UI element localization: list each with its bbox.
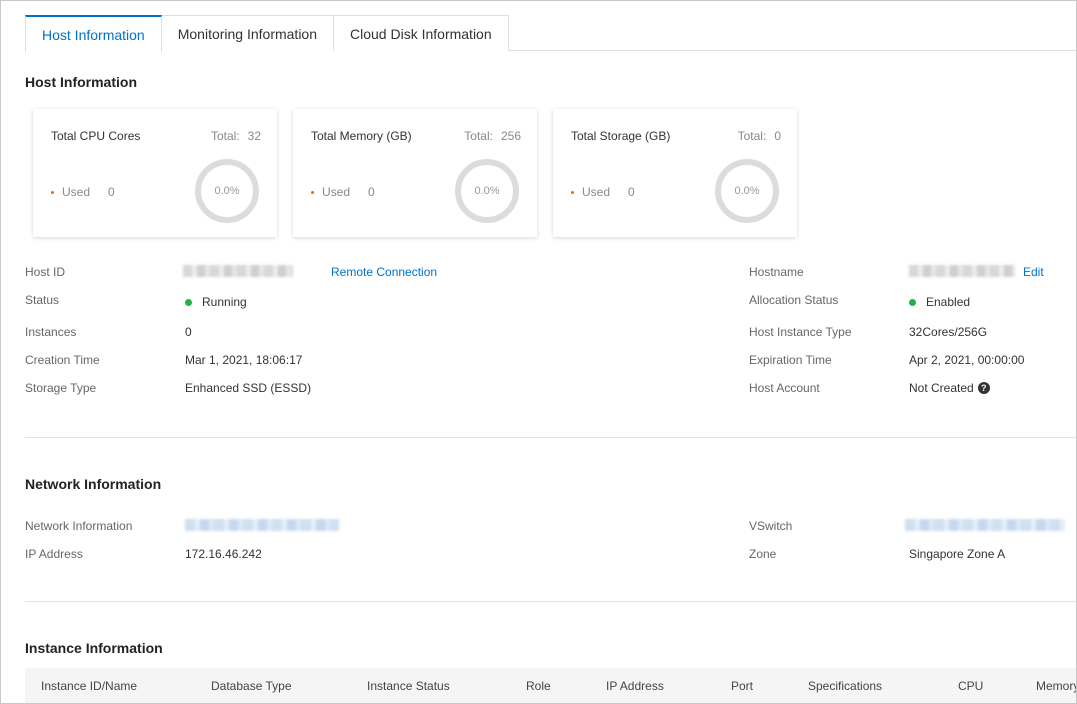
usage-ring: 0.0% xyxy=(195,159,259,223)
memory-card: Total Memory (GB) Total: 256 Used 0 0.0% xyxy=(293,109,537,237)
host-id-value-redacted xyxy=(183,265,293,277)
card-used: Used 0 xyxy=(51,185,115,199)
ip-address-label: IP Address xyxy=(25,547,83,561)
section-divider xyxy=(25,601,1076,602)
card-total: Total: 32 xyxy=(210,129,261,143)
creation-time-value: Mar 1, 2021, 18:06:17 xyxy=(185,353,303,367)
tab-bar: Host Information Monitoring Information … xyxy=(25,15,509,52)
card-total: Total: 256 xyxy=(464,129,521,143)
column-specifications: Specifications xyxy=(808,679,883,693)
column-cpu: CPU xyxy=(958,679,984,693)
network-information-value-redacted xyxy=(185,519,339,531)
instances-value: 0 xyxy=(185,325,192,339)
card-title: Total CPU Cores xyxy=(51,129,141,143)
hostname-value-redacted xyxy=(909,265,1015,277)
network-information-title: Network Information xyxy=(25,476,162,492)
expiration-time-value: Apr 2, 2021, 00:00:00 xyxy=(909,353,1025,367)
host-details-panel: Host Information Monitoring Information … xyxy=(0,0,1077,704)
zone-value: Singapore Zone A xyxy=(909,547,1006,561)
usage-ring: 0.0% xyxy=(455,159,519,223)
column-port: Port xyxy=(731,679,754,693)
help-icon[interactable]: ? xyxy=(977,382,990,394)
allocation-status-label: Allocation Status xyxy=(749,293,839,307)
allocation-indicator xyxy=(909,298,916,306)
host-account-label: Host Account xyxy=(749,381,820,395)
edit-hostname-link[interactable]: Edit xyxy=(1023,265,1044,279)
storage-type-value: Enhanced SSD (ESSD) xyxy=(185,381,312,395)
host-account-value: Not Created? xyxy=(909,381,990,395)
tab-cloud-disk-information[interactable]: Cloud Disk Information xyxy=(333,15,509,51)
column-instance-status: Instance Status xyxy=(367,679,450,693)
storage-card: Total Storage (GB) Total: 0 Used 0 0.0% xyxy=(553,109,797,237)
column-database-type: Database Type xyxy=(211,679,292,693)
tab-monitoring-information[interactable]: Monitoring Information xyxy=(160,15,335,51)
expiration-time-label: Expiration Time xyxy=(749,353,832,367)
cpu-cores-card: Total CPU Cores Total: 32 Used 0 0.0% xyxy=(33,109,277,237)
column-role: Role xyxy=(526,679,551,693)
status-label: Status xyxy=(25,293,60,307)
ip-address-value: 172.16.46.242 xyxy=(185,547,262,561)
host-information-title: Host Information xyxy=(25,74,137,90)
usage-ring: 0.0% xyxy=(715,159,779,223)
storage-type-label: Storage Type xyxy=(25,381,97,395)
host-id-label: Host ID xyxy=(25,265,66,279)
card-used: Used 0 xyxy=(571,185,635,199)
vswitch-value-redacted xyxy=(905,519,1065,531)
status-value: Running xyxy=(185,295,247,309)
card-total: Total: 0 xyxy=(737,129,781,143)
hostname-label: Hostname xyxy=(749,265,804,279)
host-instance-type-value: 32Cores/256G xyxy=(909,325,988,339)
remote-connection-link[interactable]: Remote Connection xyxy=(331,265,437,279)
instance-table-header: Instance ID/Name Database Type Instance … xyxy=(25,668,1077,703)
network-information-label: Network Information xyxy=(25,519,133,533)
creation-time-label: Creation Time xyxy=(25,353,100,367)
card-title: Total Memory (GB) xyxy=(311,129,412,143)
tab-host-information[interactable]: Host Information xyxy=(25,15,162,52)
section-divider xyxy=(25,437,1076,438)
column-ip-address: IP Address xyxy=(606,679,664,693)
allocation-status-value: Enabled xyxy=(909,295,970,309)
instances-label: Instances xyxy=(25,325,77,339)
card-used: Used 0 xyxy=(311,185,375,199)
vswitch-label: VSwitch xyxy=(749,519,793,533)
host-instance-type-label: Host Instance Type xyxy=(749,325,852,339)
column-memory: Memory xyxy=(1036,679,1077,693)
zone-label: Zone xyxy=(749,547,777,561)
card-title: Total Storage (GB) xyxy=(571,129,671,143)
status-indicator xyxy=(185,298,192,306)
column-instance-id: Instance ID/Name xyxy=(41,679,138,693)
instance-information-title: Instance Information xyxy=(25,640,163,656)
